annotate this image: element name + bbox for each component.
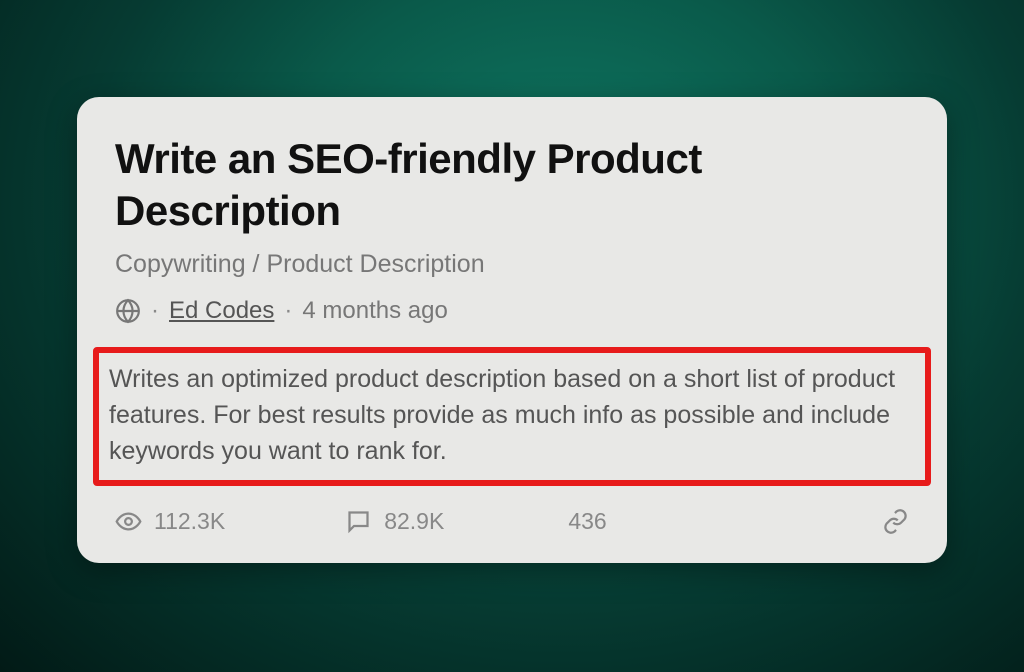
description-highlight: Writes an optimized product description …	[93, 347, 931, 486]
card-title: Write an SEO-friendly Product Descriptio…	[115, 133, 909, 235]
vote-group: 436	[554, 508, 620, 535]
category-breadcrumb: Copywriting / Product Description	[115, 250, 909, 279]
comments-stat[interactable]: 82.9K	[345, 508, 444, 535]
link-icon	[882, 508, 909, 535]
eye-icon	[115, 508, 142, 535]
share-link-button[interactable]	[882, 508, 909, 535]
prompt-card: Write an SEO-friendly Product Descriptio…	[77, 97, 947, 562]
comment-icon	[345, 508, 372, 535]
card-description: Writes an optimized product description …	[109, 361, 915, 470]
likes-count: 436	[568, 508, 606, 535]
views-stat[interactable]: 112.3K	[115, 508, 225, 535]
comments-count: 82.9K	[384, 508, 444, 535]
separator-dot: ·	[284, 297, 292, 325]
card-footer: 112.3K 82.9K 436	[115, 508, 909, 535]
author-link[interactable]: Ed Codes	[169, 297, 274, 325]
views-count: 112.3K	[154, 508, 225, 535]
globe-icon	[115, 298, 141, 324]
timestamp: 4 months ago	[302, 297, 447, 325]
meta-row: · Ed Codes · 4 months ago	[115, 297, 909, 325]
separator-dot: ·	[151, 297, 159, 325]
